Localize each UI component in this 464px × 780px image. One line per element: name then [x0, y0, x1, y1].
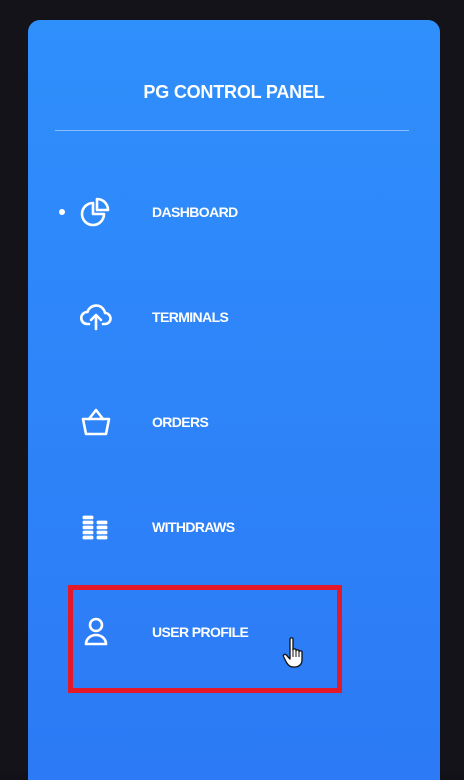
panel-title: PG CONTROL PANEL [143, 82, 325, 102]
sidebar-item-label: DASHBOARD [152, 204, 238, 220]
basket-icon [78, 404, 114, 440]
sidebar-item-label: TERMINALS [152, 309, 229, 325]
sidebar: PG CONTROL PANEL DASHBOARD TERMINALS ORD… [28, 20, 440, 780]
sidebar-item-terminals[interactable]: TERMINALS [68, 292, 368, 342]
sidebar-item-withdraws[interactable]: WITHDRAWS [68, 502, 368, 552]
cloud-upload-icon [78, 299, 114, 335]
hand-pointer-icon [282, 636, 310, 670]
sidebar-item-label: USER PROFILE [152, 624, 249, 640]
divider [55, 130, 409, 131]
pie-chart-icon [78, 194, 114, 230]
sidebar-item-dashboard[interactable]: DASHBOARD [59, 187, 368, 237]
sidebar-item-label: WITHDRAWS [152, 519, 235, 535]
user-icon [78, 614, 114, 650]
sidebar-item-user-profile[interactable]: USER PROFILE [68, 607, 368, 657]
coins-icon [78, 509, 114, 545]
sidebar-item-orders[interactable]: ORDERS [68, 397, 368, 447]
active-indicator [59, 209, 65, 215]
sidebar-item-label: ORDERS [152, 414, 209, 430]
app-frame: PG CONTROL PANEL DASHBOARD TERMINALS ORD… [0, 0, 464, 780]
